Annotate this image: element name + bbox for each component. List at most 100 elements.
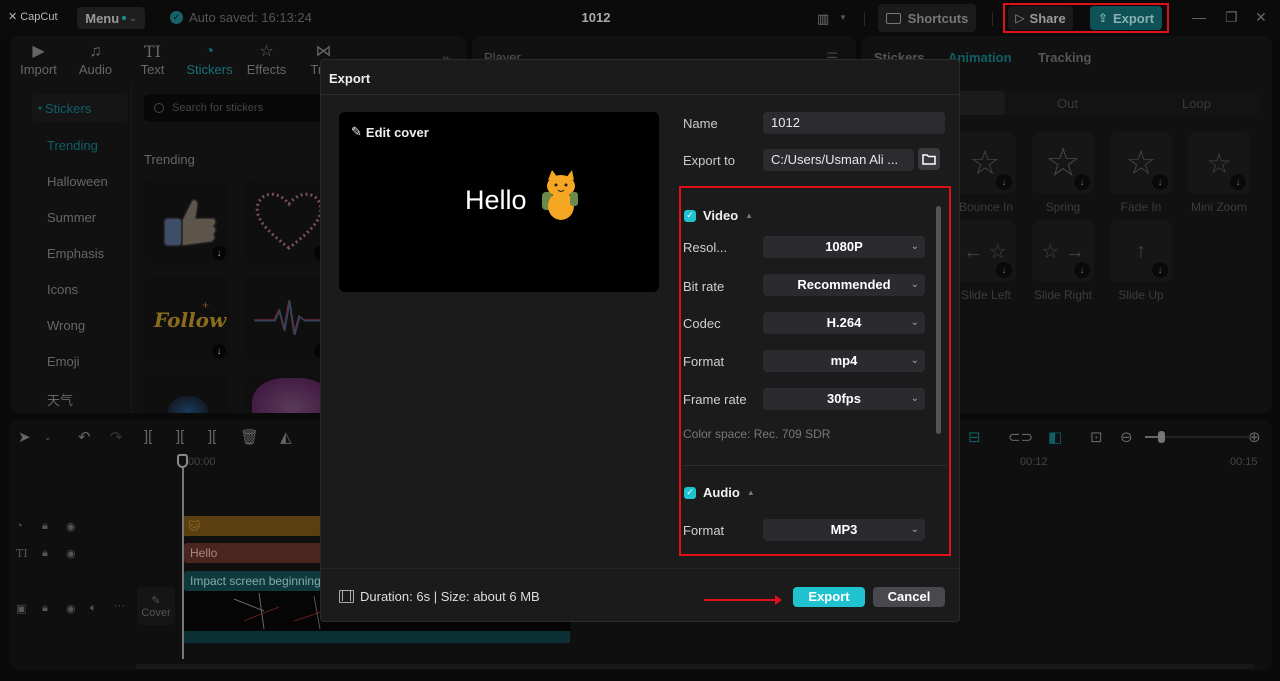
animation-mini-zoom[interactable]: ☆ ↓ — [1188, 132, 1250, 194]
animation-slide-up[interactable]: ↑ ↓ — [1110, 220, 1172, 282]
shortcuts-button[interactable]: Shortcuts — [878, 4, 976, 32]
select-cursor-icon[interactable]: ➤ — [18, 428, 31, 446]
category-item[interactable]: Emphasis — [47, 246, 104, 261]
app-name: CapCut — [20, 10, 58, 23]
download-icon: ↓ — [1074, 174, 1090, 190]
playhead-handle[interactable] — [177, 454, 188, 468]
autosave-text: Auto saved: 16:13:24 — [189, 10, 312, 25]
menu-button[interactable]: Menu ⌄ — [77, 7, 145, 29]
audio-strip[interactable] — [184, 631, 570, 643]
export-path-input[interactable]: C:/Users/Usman Ali ... — [763, 149, 914, 171]
tab-effects[interactable]: ☆ Effects — [238, 36, 295, 80]
dialog-header: Export — [321, 60, 959, 95]
close-icon[interactable]: ✕ — [1255, 9, 1267, 26]
eye-icon[interactable]: ◉ — [66, 520, 76, 533]
caret-up-icon[interactable]: ▲ — [745, 211, 753, 220]
resolution-select[interactable]: 1080P ⌄ — [763, 236, 925, 258]
video-clip-label[interactable]: Impact screen beginning — [184, 571, 322, 591]
audio-format-value: MP3 — [830, 522, 858, 537]
animation-spring[interactable]: ☆ ↓ — [1032, 132, 1094, 194]
edit-cover-button[interactable]: ✎ Edit cover — [351, 124, 429, 140]
minimize-icon[interactable]: — — [1192, 9, 1206, 25]
slider-knob[interactable] — [1157, 431, 1165, 443]
category-item[interactable]: Icons — [47, 282, 78, 297]
animation-label: Mini Zoom — [1190, 200, 1247, 214]
timeline-zoom-slider[interactable] — [1145, 431, 1250, 443]
split-right-icon[interactable]: ][ — [208, 428, 216, 445]
sticker-thumbs-up[interactable]: ↓ — [144, 178, 230, 264]
settings-scrollbar[interactable] — [936, 206, 941, 434]
sticker-follow[interactable]: Follow + ↓ — [144, 276, 230, 362]
subtab-out[interactable]: Out — [1057, 96, 1078, 111]
tab-text[interactable]: TI Text — [124, 36, 181, 80]
bitrate-select[interactable]: Recommended ⌄ — [763, 274, 925, 296]
video-section-toggle[interactable]: ✓ Video ▲ — [684, 208, 753, 223]
audio-section-toggle[interactable]: ✓ Audio ▲ — [684, 485, 755, 500]
layout-chevron-icon[interactable]: ▼ — [839, 13, 847, 22]
animation-slide-right[interactable]: ☆ → ↓ — [1032, 220, 1094, 282]
codec-select[interactable]: H.264 ⌄ — [763, 312, 925, 334]
category-item[interactable]: Summer — [47, 210, 96, 225]
animation-bounce-in[interactable]: ☆ ↓ — [954, 132, 1016, 194]
video-checkbox[interactable]: ✓ — [684, 209, 696, 222]
zoom-fit-icon[interactable]: ⊡ — [1090, 428, 1103, 446]
name-input[interactable]: 1012 — [763, 112, 945, 134]
category-header-label: Stickers — [45, 100, 92, 116]
link-icon[interactable]: ⊂⊃ — [1008, 428, 1033, 446]
restore-icon[interactable]: ❐ — [1225, 9, 1238, 26]
split-left-icon[interactable]: ][ — [176, 428, 184, 445]
sticker-blue-swirl[interactable] — [144, 374, 230, 413]
redo-icon[interactable]: ↷ — [110, 428, 123, 446]
lock-icon[interactable]: 🔒︎ — [42, 547, 48, 560]
audio-format-select[interactable]: MP3 ⌄ — [763, 519, 925, 541]
layout-icon[interactable]: ▥ — [817, 11, 829, 27]
lock-icon[interactable]: 🔒︎ — [42, 520, 48, 533]
audio-checkbox[interactable]: ✓ — [684, 486, 696, 499]
eye-icon[interactable]: ◉ — [66, 547, 76, 560]
zoom-out-icon[interactable]: ⊖ — [1120, 428, 1133, 446]
tab-label: Import — [20, 62, 57, 77]
sticker-clip[interactable]: 🐱︎ — [182, 516, 322, 536]
animation-slide-left[interactable]: ← ☆ ↓ — [954, 220, 1016, 282]
export-dialog: Export ✎ Edit cover Hello Name 1012 Expo — [320, 59, 960, 622]
text-clip[interactable]: Hello — [184, 543, 322, 563]
playhead[interactable] — [182, 455, 184, 659]
undo-icon[interactable]: ↶ — [78, 428, 91, 446]
tab-tracking[interactable]: Tracking — [1038, 50, 1091, 65]
mirror-icon[interactable]: ◭ — [280, 428, 292, 446]
tab-stickers[interactable]: ◔ Stickers — [181, 36, 238, 80]
more-options-icon[interactable]: ··· — [114, 600, 125, 612]
preview-axis-icon[interactable]: ◧ — [1048, 428, 1062, 446]
eye-icon[interactable]: ◉ — [66, 602, 76, 615]
video-format-select[interactable]: mp4 ⌄ — [763, 350, 925, 372]
tab-label: Text — [140, 62, 165, 77]
category-item[interactable]: 天气 — [47, 390, 73, 409]
animation-fade-in[interactable]: ☆ ↓ — [1110, 132, 1172, 194]
magnet-snap-icon[interactable]: ⊟ — [968, 428, 981, 446]
cancel-button[interactable]: Cancel — [873, 587, 945, 607]
lock-icon[interactable]: 🔒︎ — [42, 602, 48, 615]
delete-icon[interactable]: 🗑 — [240, 428, 259, 446]
subtab-loop[interactable]: Loop — [1182, 96, 1211, 111]
text-icon: TI — [144, 42, 161, 61]
codec-label: Codec — [683, 316, 721, 331]
export-button[interactable]: Export — [793, 587, 865, 607]
framerate-select[interactable]: 30fps ⌄ — [763, 388, 925, 410]
category-item[interactable]: Trending — [47, 138, 98, 153]
category-header-stickers[interactable]: ▾ Stickers — [32, 94, 128, 122]
volume-icon[interactable]: 🔈︎ — [90, 602, 97, 615]
category-item[interactable]: Wrong — [47, 318, 85, 333]
chevron-down-icon[interactable]: ⌄ — [44, 432, 52, 443]
color-space-info: Color space: Rec. 709 SDR — [683, 427, 831, 441]
caret-up-icon[interactable]: ▲ — [747, 488, 755, 497]
tab-audio[interactable]: ♫ Audio — [67, 36, 124, 80]
cover-button[interactable]: ✎ Cover — [137, 587, 175, 625]
split-icon[interactable]: ][ — [144, 428, 152, 445]
category-item[interactable]: Halloween — [47, 174, 108, 189]
tab-import[interactable]: ▶ Import — [10, 36, 67, 80]
timeline-horizontal-scrollbar[interactable] — [135, 664, 1255, 669]
browse-folder-button[interactable] — [918, 148, 940, 170]
sticker-track-icon: ◔ — [16, 520, 23, 532]
category-item[interactable]: Emoji — [47, 354, 80, 369]
edit-pencil-icon: ✎ — [151, 594, 161, 607]
